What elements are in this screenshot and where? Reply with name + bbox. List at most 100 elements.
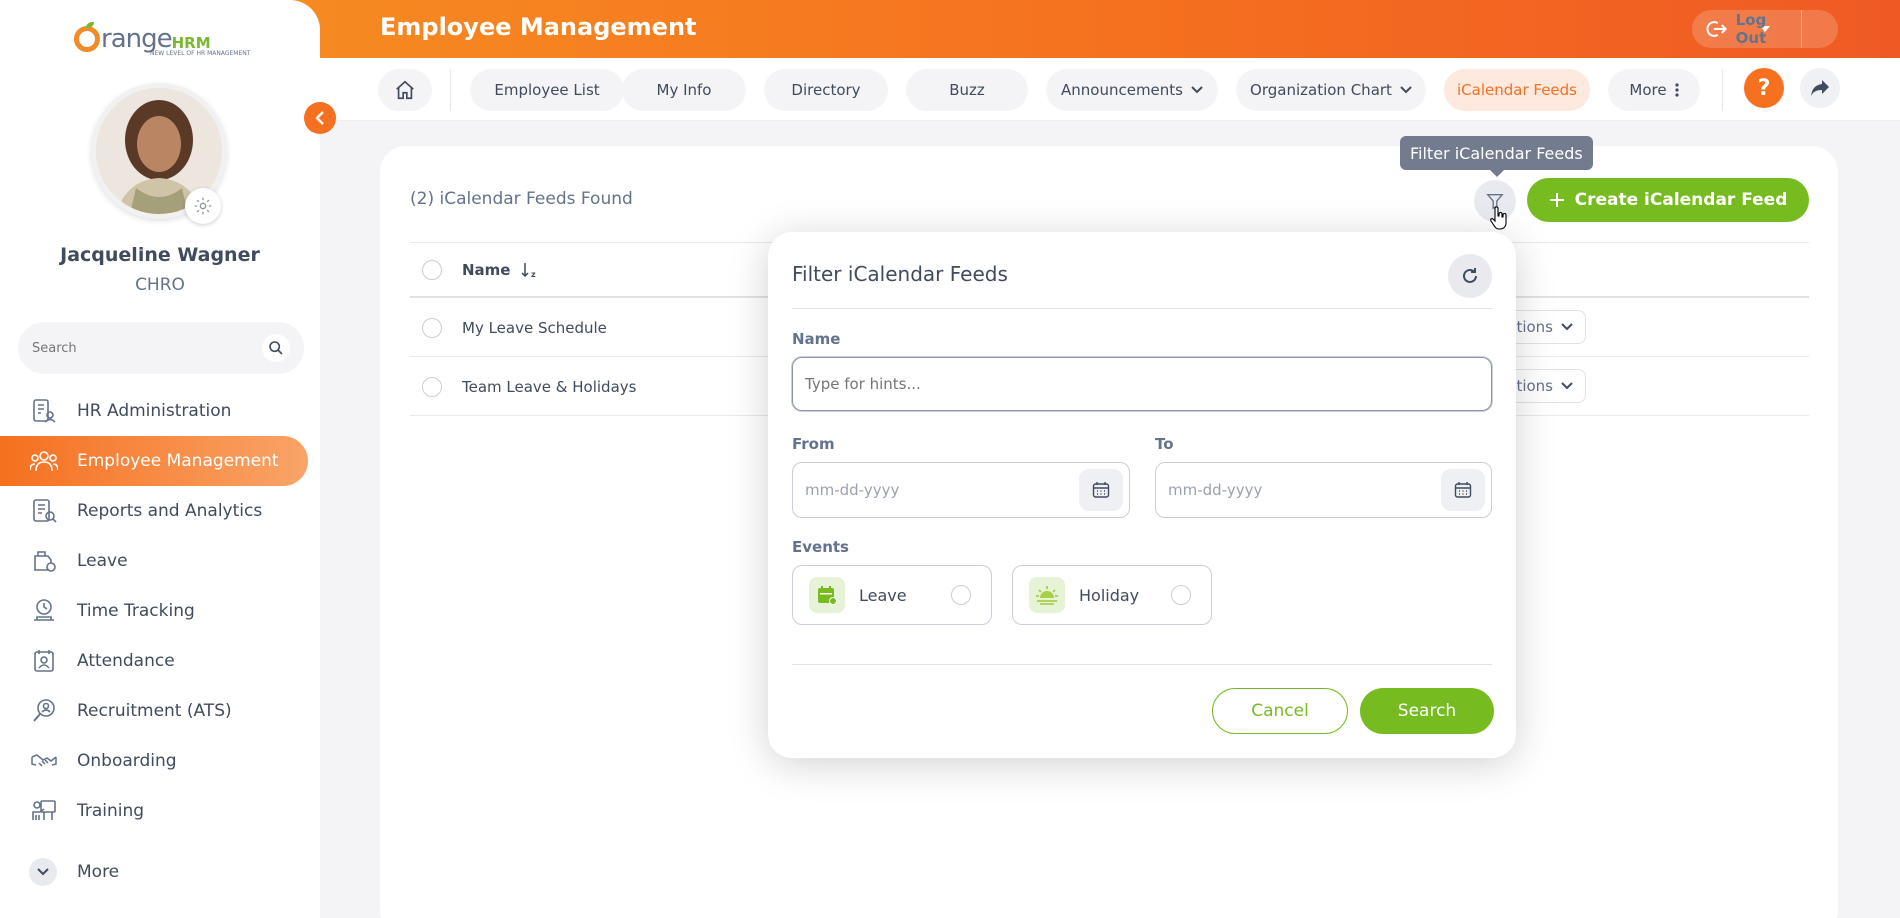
tab-employee-list[interactable]: Employee List <box>470 69 624 111</box>
filter-tooltip: Filter iCalendar Feeds <box>1400 136 1593 177</box>
user-name: Jacqueline Wagner <box>60 244 260 266</box>
to-calendar-button[interactable] <box>1441 469 1485 511</box>
attendance-icon <box>29 646 59 676</box>
tab-organization-chart[interactable]: Organization Chart <box>1236 69 1426 111</box>
sort-icon: z <box>521 262 536 279</box>
sidebar-item-label: Onboarding <box>77 751 177 771</box>
sidebar-item-attendance[interactable]: Attendance <box>0 636 320 686</box>
chevron-down-icon <box>1561 323 1573 331</box>
event-option-label: Holiday <box>1079 585 1140 605</box>
search-button[interactable]: Search <box>1360 688 1494 734</box>
from-field-label: From <box>792 435 835 453</box>
holiday-event-icon <box>1029 577 1065 613</box>
holiday-checkbox[interactable] <box>1171 585 1191 605</box>
tab-directory[interactable]: Directory <box>764 69 888 111</box>
logout-group: Log Out <box>1692 10 1838 48</box>
tab-label: Organization Chart <box>1250 81 1392 99</box>
sidebar-item-label: Employee Management <box>77 451 279 471</box>
sidebar-item-label: Training <box>77 801 145 821</box>
sidebar-item-hr-administration[interactable]: HR Administration <box>0 386 320 436</box>
tab-icalendar-feeds[interactable]: iCalendar Feeds <box>1444 69 1590 111</box>
nav-divider <box>450 69 451 111</box>
sidebar-item-leave[interactable]: Leave <box>0 536 320 586</box>
reset-filters-button[interactable] <box>1448 254 1492 298</box>
sidebar-item-time-tracking[interactable]: Time Tracking <box>0 586 320 636</box>
leave-event-icon <box>809 577 845 613</box>
gear-icon <box>194 197 212 215</box>
event-option-leave[interactable]: Leave <box>792 565 992 625</box>
logo-text: range <box>101 24 173 54</box>
refresh-icon <box>1463 268 1477 283</box>
share-button[interactable] <box>1800 68 1840 108</box>
tab-my-info[interactable]: My Info <box>622 69 746 111</box>
search-icon[interactable] <box>262 334 290 362</box>
sidebar: range HRM NEW LEVEL OF HR MANAGEMENT Jac… <box>0 0 320 918</box>
profile-settings-button[interactable] <box>185 188 221 224</box>
sidebar-item-reports-and-analytics[interactable]: Reports and Analytics <box>0 486 320 536</box>
to-date-field[interactable]: mm-dd-yyyy <box>1155 462 1492 518</box>
row-checkbox[interactable] <box>422 317 442 338</box>
help-button[interactable]: ? <box>1744 68 1784 108</box>
hand-cursor-icon <box>1490 206 1508 234</box>
row-checkbox[interactable] <box>422 376 442 397</box>
home-icon <box>396 80 414 100</box>
event-option-holiday[interactable]: Holiday <box>1012 565 1212 625</box>
sidebar-item-training[interactable]: Training <box>0 786 320 836</box>
filter-panel-title: Filter iCalendar Feeds <box>792 262 1008 286</box>
tab-label: More <box>1629 81 1667 99</box>
sidebar-more-label: More <box>77 862 120 882</box>
create-icalendar-feed-button[interactable]: Create iCalendar Feed <box>1527 178 1809 222</box>
home-button[interactable] <box>378 69 432 111</box>
name-input[interactable] <box>805 375 1423 393</box>
training-icon <box>29 796 59 826</box>
sidebar-item-onboarding[interactable]: Onboarding <box>0 736 320 786</box>
sidebar-search <box>18 322 304 374</box>
tab-announcements[interactable]: Announcements <box>1046 69 1218 111</box>
events-label: Events <box>792 538 849 556</box>
chevron-down-icon <box>29 858 57 886</box>
employee-management-icon <box>29 446 59 476</box>
user-role: CHRO <box>135 275 185 295</box>
logo-tagline: NEW LEVEL OF HR MANAGEMENT <box>150 50 251 57</box>
results-count: (2) iCalendar Feeds Found <box>410 189 633 209</box>
tab-label: iCalendar Feeds <box>1457 81 1577 99</box>
tab-label: Announcements <box>1061 81 1183 99</box>
create-button-label: Create iCalendar Feed <box>1574 190 1788 210</box>
svg-text:z: z <box>531 270 536 279</box>
divider <box>792 664 1492 665</box>
tab-buzz[interactable]: Buzz <box>906 69 1028 111</box>
help-icon: ? <box>1757 75 1771 101</box>
to-date-placeholder: mm-dd-yyyy <box>1168 481 1263 499</box>
sidebar-item-label: HR Administration <box>77 401 232 421</box>
plus-icon <box>1549 193 1564 207</box>
from-calendar-button[interactable] <box>1079 469 1123 511</box>
share-icon <box>1811 80 1829 96</box>
sidebar-item-employee-management[interactable]: Employee Management <box>0 436 308 486</box>
tab-more[interactable]: More <box>1608 69 1700 111</box>
sidebar-search-input[interactable] <box>32 340 252 356</box>
sidebar-item-label: Time Tracking <box>77 601 195 621</box>
collapse-sidebar-button[interactable] <box>304 102 336 134</box>
select-all-checkbox[interactable] <box>422 259 442 280</box>
calendar-icon <box>1454 482 1472 498</box>
sidebar-item-label: Reports and Analytics <box>77 501 263 521</box>
logout-button[interactable]: Log Out <box>1692 10 1802 48</box>
sidebar-menu: HR Administration Employee Management Re… <box>0 386 320 836</box>
sidebar-item-recruitment[interactable]: Recruitment (ATS) <box>0 686 320 736</box>
sidebar-item-label: Attendance <box>77 651 175 671</box>
sidebar-item-label: Recruitment (ATS) <box>77 701 232 721</box>
sidebar-more[interactable]: More <box>29 858 119 886</box>
from-date-field[interactable]: mm-dd-yyyy <box>792 462 1130 518</box>
name-field <box>792 357 1492 411</box>
leave-checkbox[interactable] <box>951 585 971 605</box>
chevron-down-icon <box>1400 86 1412 94</box>
chevron-down-icon <box>1561 382 1573 390</box>
cancel-button[interactable]: Cancel <box>1212 688 1348 734</box>
orangehrm-logo[interactable]: range HRM NEW LEVEL OF HR MANAGEMENT <box>74 12 250 57</box>
event-option-label: Leave <box>859 585 907 605</box>
from-date-placeholder: mm-dd-yyyy <box>805 481 900 499</box>
logout-icon <box>1706 21 1728 37</box>
name-column-header[interactable]: Name z <box>462 261 538 279</box>
divider <box>792 308 1492 309</box>
logout-label: Log Out <box>1735 11 1767 47</box>
